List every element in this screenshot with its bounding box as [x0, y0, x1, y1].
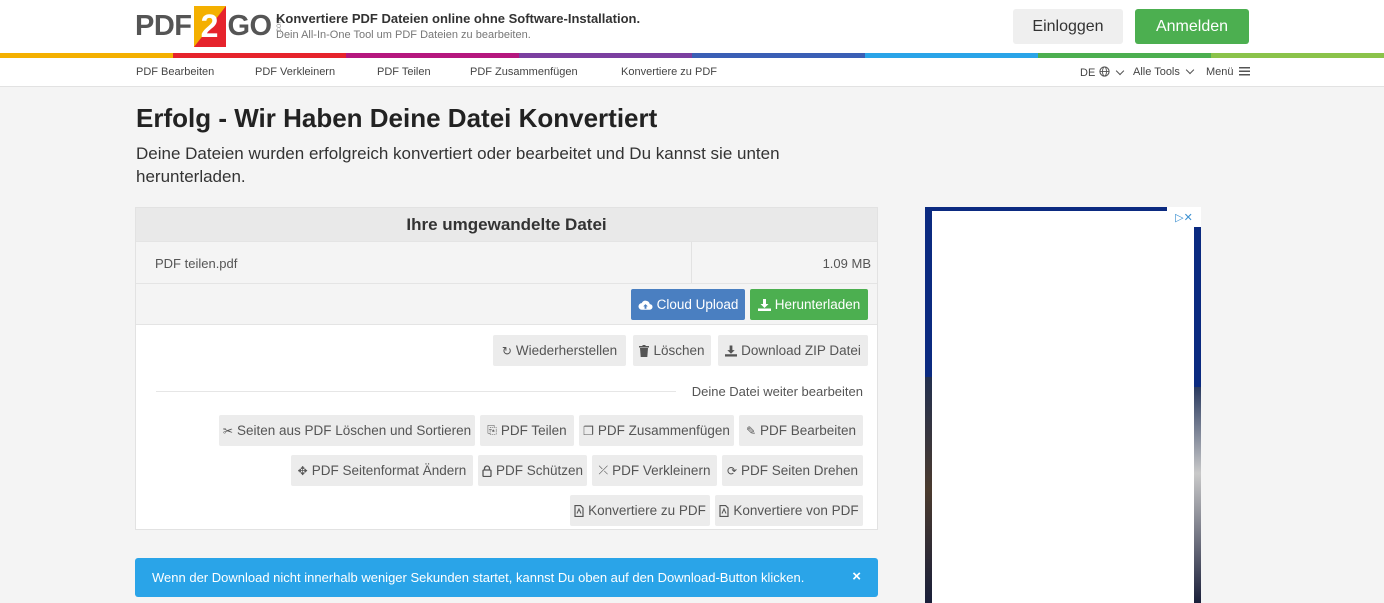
cloud-upload-button[interactable]: Cloud Upload [631, 289, 745, 320]
page-title: Erfolg - Wir Haben Deine Datei Konvertie… [136, 103, 658, 133]
tool-page-format[interactable]: ✥ PDF Seitenformat Ändern [291, 455, 473, 486]
rotate-icon: ⟳ [726, 463, 737, 478]
tool-compress-pdf[interactable]: ⤫ PDF Verkleinern [592, 455, 717, 486]
split-icon: ⎘ [487, 423, 497, 437]
download-button[interactable]: Herunterladen [750, 289, 868, 320]
copy-icon: ❐ [583, 423, 594, 438]
logo-pdf-text: PDF [135, 9, 192, 42]
restore-label: Wiederherstellen [515, 343, 618, 358]
download-info-alert: Wenn der Download nicht innerhalb wenige… [135, 558, 878, 597]
tool-rotate-label: PDF Seiten Drehen [741, 463, 859, 478]
tool-rotate-pages[interactable]: ⟳ PDF Seiten Drehen [722, 455, 863, 486]
page-subtitle: Deine Dateien wurden erfolgreich konvert… [136, 144, 780, 186]
hamburger-icon [1238, 67, 1250, 76]
file-pdf-icon [719, 504, 729, 517]
compress-icon: ⤫ [598, 463, 609, 477]
cloud-upload-label: Cloud Upload [656, 297, 739, 312]
nav-item-konvertiere-zu-pdf[interactable]: Konvertiere zu PDF [621, 66, 717, 78]
alert-text: Wenn der Download nicht innerhalb wenige… [152, 570, 805, 585]
download-zip-label: Download ZIP Datei [741, 343, 861, 358]
logo-two-mark: 2 [193, 5, 226, 47]
site-logo[interactable]: PDF 2 GO .com [135, 5, 283, 47]
top-header: PDF 2 GO .com Konvertiere PDF Dateien on… [0, 0, 1384, 53]
file-row: PDF teilen.pdf 1.09 MB [136, 241, 877, 284]
converted-file-card: Ihre umgewandelte Datei PDF teilen.pdf 1… [135, 207, 878, 530]
nav-item-pdf-zusammenfuegen[interactable]: PDF Zusammenfügen [470, 66, 578, 78]
download-icon [725, 344, 738, 357]
language-label: DE [1080, 67, 1096, 79]
tool-merge-label: PDF Zusammenfügen [597, 423, 730, 438]
tool-page-format-label: PDF Seitenformat Ändern [311, 463, 467, 478]
close-icon[interactable]: × [852, 568, 861, 585]
further-edit-label: Deine Datei weiter bearbeiten [691, 384, 863, 399]
restore-button[interactable]: ↻ Wiederherstellen [493, 335, 626, 366]
nav-item-pdf-bearbeiten[interactable]: PDF Bearbeiten [136, 66, 214, 78]
ad-content [932, 211, 1194, 603]
download-label: Herunterladen [774, 297, 861, 312]
nav-item-pdf-verkleinern[interactable]: PDF Verkleinern [255, 66, 335, 78]
lock-icon [482, 464, 492, 477]
menu-button[interactable]: Menü [1206, 66, 1250, 78]
chevron-down-icon [1185, 65, 1195, 75]
tool-delete-sort-pages[interactable]: ✂ Seiten aus PDF Löschen und Sortieren [219, 415, 475, 446]
section-divider [156, 391, 676, 392]
language-selector[interactable]: DE [1080, 66, 1125, 79]
file-name: PDF teilen.pdf [155, 256, 238, 271]
tool-delete-sort-label: Seiten aus PDF Löschen und Sortieren [236, 423, 472, 438]
all-tools-dropdown[interactable]: Alle Tools [1133, 65, 1195, 78]
advertisement[interactable]: ▷✕ [925, 207, 1201, 603]
globe-icon [1099, 66, 1110, 77]
all-tools-label: Alle Tools [1133, 66, 1180, 78]
menu-label: Menü [1206, 66, 1234, 78]
card-heading: Ihre umgewandelte Datei [136, 208, 877, 241]
tool-edit-label: PDF Bearbeiten [760, 423, 857, 438]
tool-compress-label: PDF Verkleinern [612, 463, 711, 478]
ad-choices-icon[interactable]: ▷✕ [1167, 207, 1201, 227]
tool-protect-pdf[interactable]: PDF Schützen [478, 455, 587, 486]
file-pdf-icon [574, 504, 584, 517]
file-size: 1.09 MB [822, 256, 871, 271]
tagline-subtitle: Dein All-In-One Tool um PDF Dateien zu b… [276, 29, 531, 41]
chevron-down-icon [1116, 66, 1125, 76]
move-arrows-icon: ✥ [297, 463, 308, 478]
tagline: Konvertiere PDF Dateien online ohne Soft… [276, 11, 640, 41]
delete-button[interactable]: Löschen [633, 335, 711, 366]
scissors-icon: ✂ [222, 423, 233, 438]
cloud-upload-icon [638, 300, 653, 310]
login-button[interactable]: Einloggen [1013, 9, 1123, 44]
redo-icon: ↻ [501, 343, 512, 358]
tool-merge-pdf[interactable]: ❐ PDF Zusammenfügen [579, 415, 734, 446]
delete-label: Löschen [653, 343, 705, 358]
tagline-title: Konvertiere PDF Dateien online ohne Soft… [276, 11, 641, 26]
tool-split-label: PDF Teilen [500, 423, 567, 438]
tool-convert-from-pdf[interactable]: Konvertiere von PDF [715, 495, 863, 526]
signup-button[interactable]: Anmelden [1135, 9, 1249, 44]
tool-convert-to-pdf[interactable]: Konvertiere zu PDF [570, 495, 710, 526]
trash-icon [639, 344, 650, 357]
logo-go-text: GO [227, 9, 273, 42]
download-icon [757, 298, 771, 311]
primary-actions: Cloud Upload Herunterladen [136, 283, 877, 325]
edit-icon: ✎ [745, 423, 756, 438]
download-zip-button[interactable]: Download ZIP Datei [718, 335, 868, 366]
tool-convert-to-label: Konvertiere zu PDF [588, 503, 706, 518]
main-nav: PDF Bearbeiten PDF Verkleinern PDF Teile… [0, 58, 1384, 87]
tool-split-pdf[interactable]: ⎘ PDF Teilen [480, 415, 574, 446]
nav-item-pdf-teilen[interactable]: PDF Teilen [377, 66, 431, 78]
tool-convert-from-label: Konvertiere von PDF [733, 503, 859, 518]
tool-protect-label: PDF Schützen [495, 463, 584, 478]
tool-edit-pdf[interactable]: ✎ PDF Bearbeiten [739, 415, 863, 446]
